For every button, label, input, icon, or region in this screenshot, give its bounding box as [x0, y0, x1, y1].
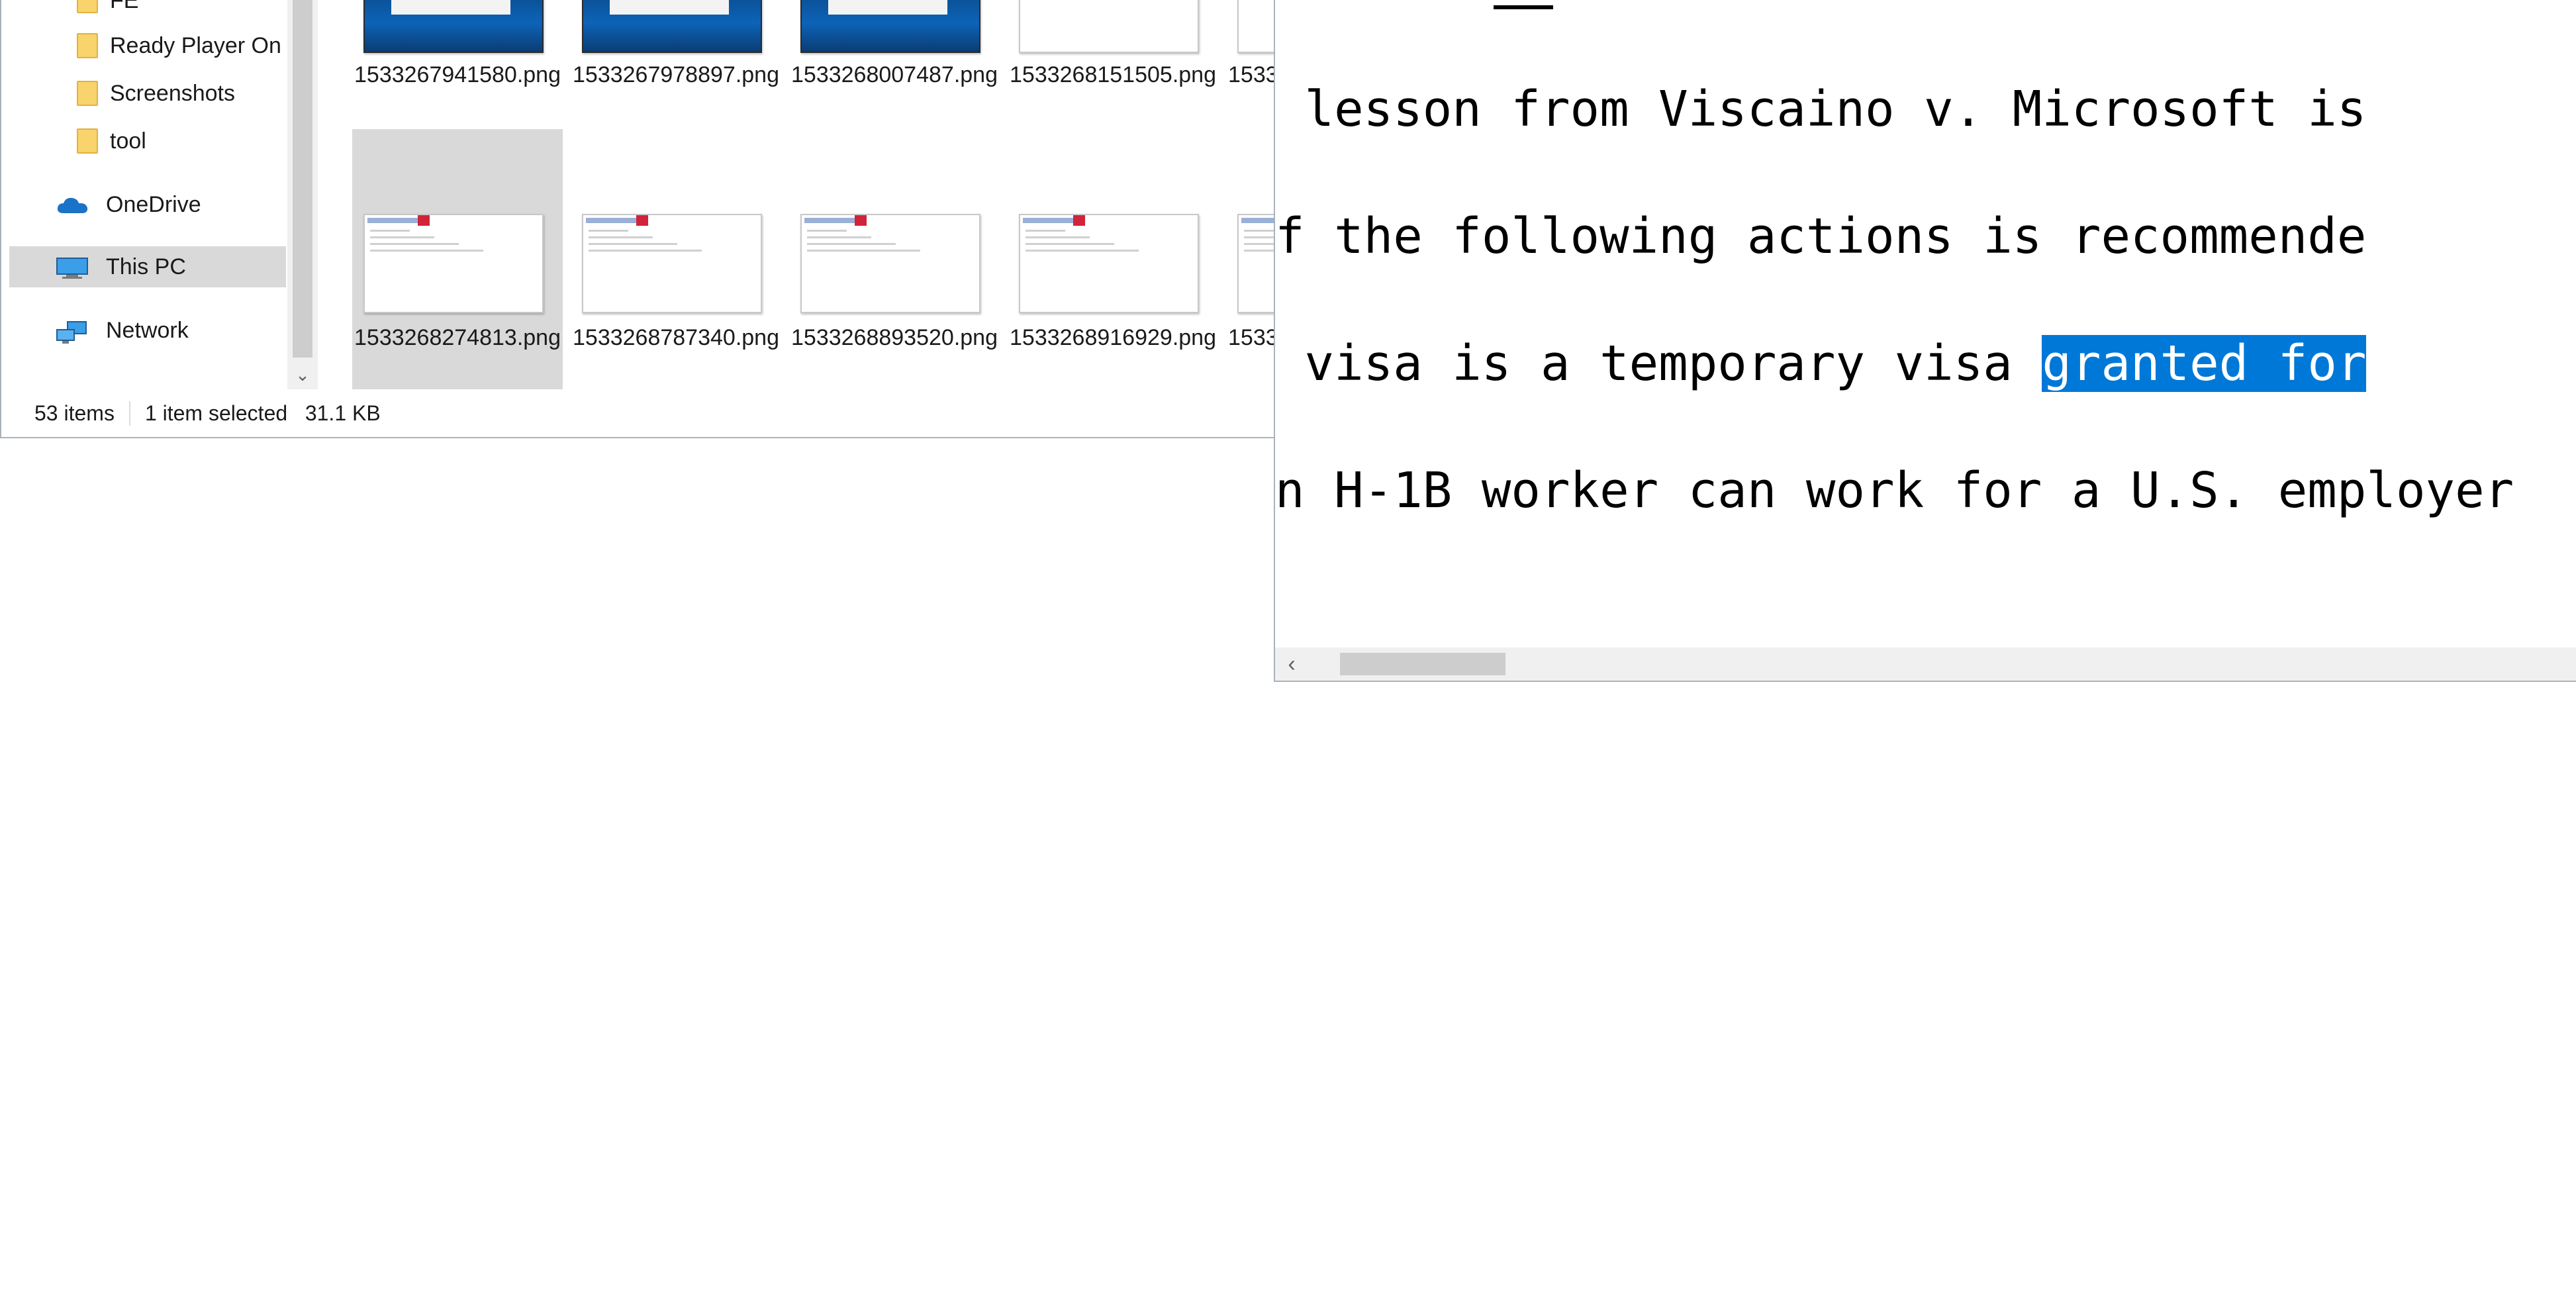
text-line-shape	[807, 250, 920, 252]
text-line-shape	[589, 230, 628, 232]
app-icon	[855, 215, 867, 226]
nav-item-this-pc[interactable]: This PC	[9, 246, 286, 287]
nav-folder-screenshots[interactable]: Screenshots	[9, 73, 286, 114]
text-cursor	[1494, 5, 1553, 9]
text-line-shape	[370, 236, 434, 238]
document-thumbnail	[582, 214, 762, 313]
file-tile[interactable]: 1533268787340.png	[571, 129, 781, 389]
file-tile[interactable]: 1533268151505.png	[1008, 0, 1218, 126]
text-line-shape	[1026, 250, 1139, 252]
file-tile[interactable]: 1533268916929.png	[1008, 129, 1218, 389]
file-tile[interactable]: 1533267978897.png	[571, 0, 781, 126]
text-line-shape	[589, 236, 653, 238]
scroll-left-arrow-icon[interactable]: ‹	[1275, 648, 1308, 681]
desktop-screenshot-thumbnail	[582, 0, 762, 53]
text-line-shape	[807, 236, 871, 238]
editor-line[interactable]: f the following actions is recommende	[1275, 203, 2366, 269]
network-icon	[56, 321, 87, 344]
selected-text[interactable]: granted for	[2042, 335, 2367, 392]
file-name-label: 1533268916929.png	[1010, 325, 1216, 350]
nav-item-label: OneDrive	[106, 191, 201, 217]
desktop-screenshot-thumbnail	[800, 0, 980, 53]
file-explorer-window: FE Ready Player On Screenshots tool OneD…	[0, 0, 1485, 438]
scroll-down-arrow-icon[interactable]: ⌄	[287, 360, 318, 389]
nav-item-label: tool	[110, 128, 146, 154]
nav-item-label: Screenshots	[110, 80, 235, 106]
folder-icon	[77, 0, 98, 13]
file-name-label: 1533268787340.png	[573, 325, 779, 350]
text-line-shape	[1026, 236, 1090, 238]
file-name-label: 1533268151505.png	[1010, 62, 1216, 87]
file-name-label: 1533268893520.png	[791, 325, 998, 350]
text-line-shape	[807, 230, 847, 232]
nav-scroll-thumb[interactable]	[293, 0, 312, 358]
file-name-label: 1533267941580.png	[354, 62, 561, 87]
folder-icon	[77, 33, 98, 58]
document-thumbnail	[1019, 214, 1199, 313]
window-shape	[610, 0, 729, 15]
file-name-label: 1533268007487.png	[791, 62, 998, 87]
text-editor-window: lesson from Viscaino v. Microsoft is f t…	[1274, 0, 2576, 682]
text-line-shape	[370, 250, 483, 252]
nav-item-label: Ready Player On	[110, 32, 281, 58]
text-line-shape	[370, 243, 459, 245]
selection-info: 1 item selected 31.1 KB	[130, 401, 395, 426]
folder-icon	[77, 128, 98, 154]
folder-icon	[77, 81, 98, 106]
text-line-shape	[1026, 243, 1114, 245]
app-icon	[1073, 215, 1085, 226]
document-thumbnail	[800, 214, 980, 313]
window-shape	[828, 0, 947, 15]
editor-line[interactable]: n H-1B worker can work for a U.S. employ…	[1275, 457, 2514, 524]
nav-item-label: This PC	[106, 254, 186, 279]
text-line-shape	[1026, 230, 1065, 232]
document-thumbnail	[363, 214, 544, 313]
text-line-shape	[370, 230, 410, 232]
app-icon	[418, 215, 430, 226]
desktop-screenshot-thumbnail	[363, 0, 544, 53]
navigation-pane: FE Ready Player On Screenshots tool OneD…	[9, 0, 286, 389]
editor-line[interactable]: lesson from Viscaino v. Microsoft is	[1275, 76, 2367, 142]
nav-folder-tool[interactable]: tool	[9, 120, 286, 162]
editor-horizontal-scrollbar[interactable]: ‹	[1275, 648, 2576, 681]
nav-pane-scrollbar[interactable]: ⌄	[287, 0, 318, 389]
app-icon	[636, 215, 648, 226]
status-bar: 53 items 1 item selected 31.1 KB	[1, 389, 1484, 437]
file-name-label: 1533268274813.png	[354, 325, 561, 350]
selection-count: 1 item selected	[144, 401, 288, 425]
item-count: 53 items	[1, 401, 130, 426]
file-tile[interactable]: 1533267941580.png	[352, 0, 563, 126]
nav-item-label: Network	[106, 317, 189, 343]
document-thumbnail	[1019, 0, 1199, 53]
nav-item-onedrive[interactable]: OneDrive	[9, 184, 286, 225]
selection-size: 31.1 KB	[305, 401, 381, 425]
nav-folder-ready-player-one[interactable]: Ready Player On	[9, 25, 286, 66]
text-line-shape	[589, 243, 677, 245]
file-name-label: 1533267978897.png	[573, 62, 779, 87]
window-shape	[391, 0, 510, 15]
text-line-shape	[589, 250, 702, 252]
text-line-shape	[807, 243, 896, 245]
nav-item-label: FE	[110, 0, 139, 13]
nav-folder-fe[interactable]: FE	[9, 0, 286, 21]
editor-line[interactable]: visa is a temporary visa granted for	[1275, 330, 2367, 397]
computer-icon	[56, 258, 88, 279]
file-tile[interactable]: 1533268893520.png	[789, 129, 1000, 389]
file-tile[interactable]: 1533268274813.png	[352, 129, 563, 389]
editor-scroll-thumb[interactable]	[1340, 653, 1505, 675]
nav-item-network[interactable]: Network	[9, 310, 286, 351]
onedrive-icon	[57, 197, 88, 213]
file-tile[interactable]: 1533268007487.png	[789, 0, 1000, 126]
